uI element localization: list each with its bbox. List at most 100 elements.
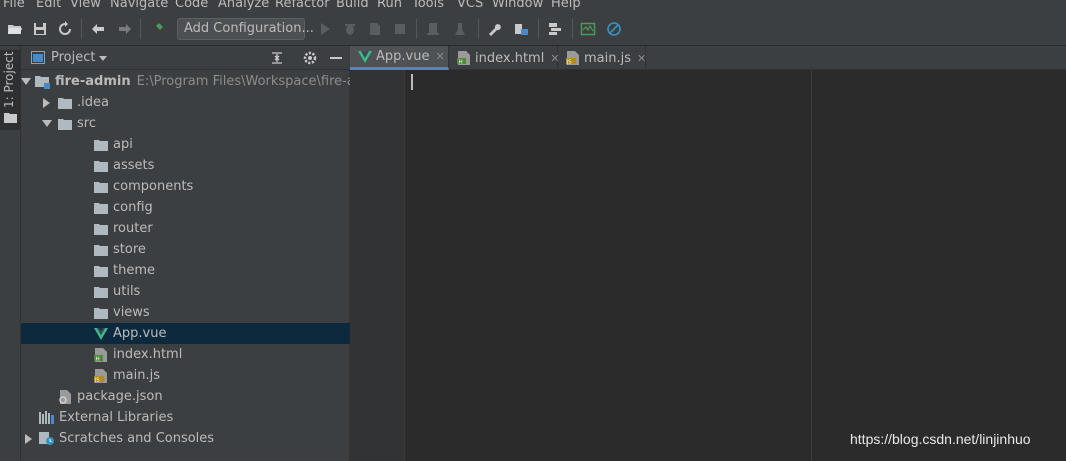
back-icon[interactable] <box>89 20 107 38</box>
coverage-icon[interactable] <box>366 20 384 38</box>
project-panel-title[interactable]: Project <box>51 50 95 65</box>
menu-file[interactable]: File <box>3 0 25 12</box>
expand-arrow-right-icon[interactable] <box>41 97 53 109</box>
editor-gutter <box>350 70 405 461</box>
folder-icon <box>93 242 109 258</box>
tree-arrow-spacer <box>23 412 35 424</box>
chevron-down-icon[interactable] <box>99 56 107 61</box>
tree-item[interactable]: JS main.js <box>21 365 350 386</box>
expand-arrow-down-icon[interactable] <box>21 76 31 88</box>
menu-tools[interactable]: Tools <box>412 0 444 12</box>
tree-arrow-spacer <box>77 328 89 340</box>
toolbar-separator <box>572 19 573 39</box>
menu-analyze[interactable]: Analyze <box>218 0 269 12</box>
tree-item[interactable]: Hindex.html <box>21 344 350 365</box>
tree-arrow-spacer <box>77 370 89 382</box>
tree-item-label: main.js <box>113 368 160 383</box>
tree-item[interactable]: api <box>21 134 350 155</box>
add-configuration-button[interactable]: Add Configuration... <box>177 18 314 40</box>
tree-item[interactable]: views <box>21 302 350 323</box>
tree-item[interactable]: App.vue <box>21 323 350 344</box>
expand-arrow-down-icon[interactable] <box>41 118 53 130</box>
editor-tab-label: index.html <box>475 50 545 66</box>
attach-icon[interactable] <box>424 20 442 38</box>
open-icon[interactable] <box>6 20 24 38</box>
tree-item[interactable]: fire-admin E:\Program Files\Workspace\fir… <box>21 71 350 92</box>
menu-refactor[interactable]: Refactor <box>275 0 330 12</box>
html-file-icon: H <box>93 347 109 363</box>
power-save-icon[interactable] <box>605 20 623 38</box>
toolbar-separator <box>478 19 479 39</box>
svg-text:JS: JS <box>94 377 99 383</box>
tree-item-label: config <box>113 200 153 215</box>
tree-item[interactable]: .idea <box>21 92 350 113</box>
svg-text:H: H <box>96 356 100 362</box>
tree-item[interactable]: src <box>21 113 350 134</box>
gear-icon[interactable] <box>303 51 317 65</box>
tree-item[interactable]: External Libraries <box>21 407 350 428</box>
folder-icon <box>93 305 109 321</box>
run-icon[interactable] <box>316 20 334 38</box>
editor-tab[interactable]: App.vue ✕ <box>350 46 449 70</box>
menu-window[interactable]: Window <box>492 0 543 12</box>
toolbar-separator <box>81 19 82 39</box>
settings-wrench-icon[interactable] <box>486 20 504 38</box>
folder-icon <box>93 284 109 300</box>
collapse-all-icon[interactable] <box>270 51 284 65</box>
editor-tab-label: main.js <box>584 50 631 66</box>
tree-item[interactable]: config <box>21 197 350 218</box>
toolbar-separator <box>140 19 141 39</box>
tree-item[interactable]: assets <box>21 155 350 176</box>
module-folder-icon <box>35 74 51 90</box>
monitor-icon[interactable] <box>579 20 597 38</box>
close-icon[interactable]: ✕ <box>435 50 444 63</box>
tree-arrow-spacer <box>77 181 89 193</box>
profile-icon[interactable] <box>451 20 469 38</box>
close-icon[interactable]: ✕ <box>637 52 646 65</box>
menu-navigate[interactable]: Navigate <box>110 0 168 12</box>
stop-icon[interactable] <box>391 20 409 38</box>
tree-item[interactable]: components <box>21 176 350 197</box>
tree-item[interactable]: theme <box>21 260 350 281</box>
folder-icon <box>57 95 73 111</box>
expand-arrow-right-icon[interactable] <box>23 433 35 445</box>
left-tool-strip: 1: Project <box>0 46 21 461</box>
tree-arrow-spacer <box>77 349 89 361</box>
toolbar-separator <box>416 19 417 39</box>
tree-item-label: api <box>113 137 133 152</box>
menu-view[interactable]: View <box>70 0 101 12</box>
toolbar-separator <box>538 19 539 39</box>
tree-item[interactable]: router <box>21 218 350 239</box>
tree-item-label: router <box>113 221 153 236</box>
menu-help[interactable]: Help <box>551 0 581 12</box>
project-tool-tab-label: 1: Project <box>2 51 16 108</box>
vcs-icon[interactable] <box>546 20 564 38</box>
tree-item[interactable]: Scratches and Consoles <box>21 428 350 449</box>
project-panel: Project fire-admin E:\Program Files\Works… <box>21 46 350 461</box>
menu-vcs[interactable]: VCS <box>457 0 483 12</box>
editor-tab[interactable]: JS main.js ✕ <box>558 46 646 70</box>
project-tool-tab[interactable]: 1: Project <box>0 50 21 130</box>
vue-file-icon <box>93 326 109 342</box>
menu-code[interactable]: Code <box>175 0 208 12</box>
folder-icon <box>4 113 17 123</box>
tree-item[interactable]: package.json <box>21 386 350 407</box>
tree-arrow-spacer <box>77 139 89 151</box>
project-structure-icon[interactable] <box>512 20 530 38</box>
module-path: E:\Program Files\Workspace\fire-admin <box>136 74 350 89</box>
menu-build[interactable]: Build <box>336 0 369 12</box>
debug-icon[interactable] <box>341 20 359 38</box>
editor-tab[interactable]: Hindex.html ✕ <box>449 46 560 70</box>
menu-edit[interactable]: Edit <box>36 0 61 12</box>
sync-icon[interactable] <box>56 20 74 38</box>
build-icon[interactable] <box>148 20 166 38</box>
tree-item[interactable]: store <box>21 239 350 260</box>
menu-run[interactable]: Run <box>377 0 402 12</box>
minimize-icon[interactable] <box>330 57 342 59</box>
save-icon[interactable] <box>31 20 49 38</box>
tree-item[interactable]: utils <box>21 281 350 302</box>
forward-icon[interactable] <box>116 20 134 38</box>
folder-icon <box>93 158 109 174</box>
vue-file-icon <box>358 50 372 63</box>
folder-icon <box>93 263 109 279</box>
